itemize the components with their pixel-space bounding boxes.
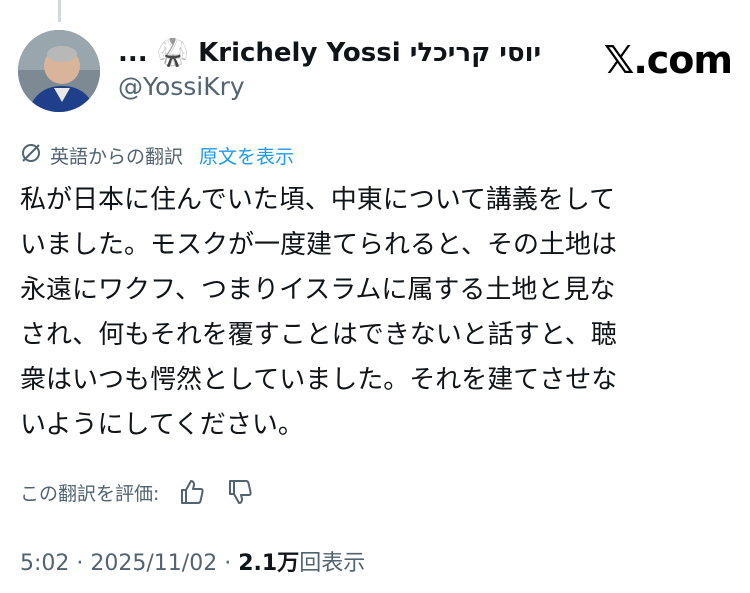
tweet-header: ... 🥋 Krichely Yossi יוסי קריכלי @YossiK…	[18, 30, 733, 114]
thread-connector-line	[58, 0, 61, 22]
tweet-date[interactable]: 2025/11/02	[90, 551, 217, 576]
tweet-text-line: いようにしてください。	[20, 410, 304, 440]
tweet-text: 私が日本に住んでいた頃、中東について講義をして いました。モスクが一度建てられる…	[20, 178, 720, 448]
views-count: 2.1万	[238, 551, 300, 576]
views-label: 回表示	[299, 551, 366, 576]
display-name[interactable]: ... 🥋 Krichely Yossi יוסי קריכלי	[118, 38, 541, 68]
tweet-text-line: 永遠にワクフ、つまりイスラムに属する土地と見な	[20, 275, 616, 305]
show-original-link[interactable]: 原文を表示	[199, 142, 294, 169]
meta-separator: ·	[76, 551, 91, 576]
meta-separator: ·	[224, 551, 239, 576]
translation-bar: 英語からの翻訳 原文を表示	[20, 142, 294, 169]
tweet-text-line: いました。モスクが一度建てられると、その土地は	[20, 230, 617, 260]
translation-label: 英語からの翻訳	[50, 146, 184, 168]
tweet-text-line: され、何もそれを覆すことはできないと話すと、聴	[20, 320, 617, 350]
thumbs-down-icon[interactable]	[225, 477, 255, 507]
translate-icon	[20, 142, 42, 169]
tweet-text-line: 私が日本に住んでいた頃、中東について講義をして	[20, 185, 616, 215]
thumbs-up-icon[interactable]	[177, 477, 207, 507]
tweet-text-line: 衆はいつも愕然としていました。それを建てさせな	[20, 365, 618, 395]
handle[interactable]: @YossiKry	[118, 72, 541, 101]
x-com-logo: 𝕏.com	[603, 38, 733, 82]
tweet-time[interactable]: 5:02	[20, 551, 69, 576]
tweet-meta: 5:02 · 2025/11/02 · 2.1万回表示	[20, 545, 365, 577]
rate-translation-label: この翻訳を評価:	[20, 482, 160, 505]
avatar[interactable]	[18, 30, 100, 112]
rate-translation: この翻訳を評価:	[20, 477, 255, 507]
author-names: ... 🥋 Krichely Yossi יוסי קריכלי @YossiK…	[118, 38, 541, 101]
